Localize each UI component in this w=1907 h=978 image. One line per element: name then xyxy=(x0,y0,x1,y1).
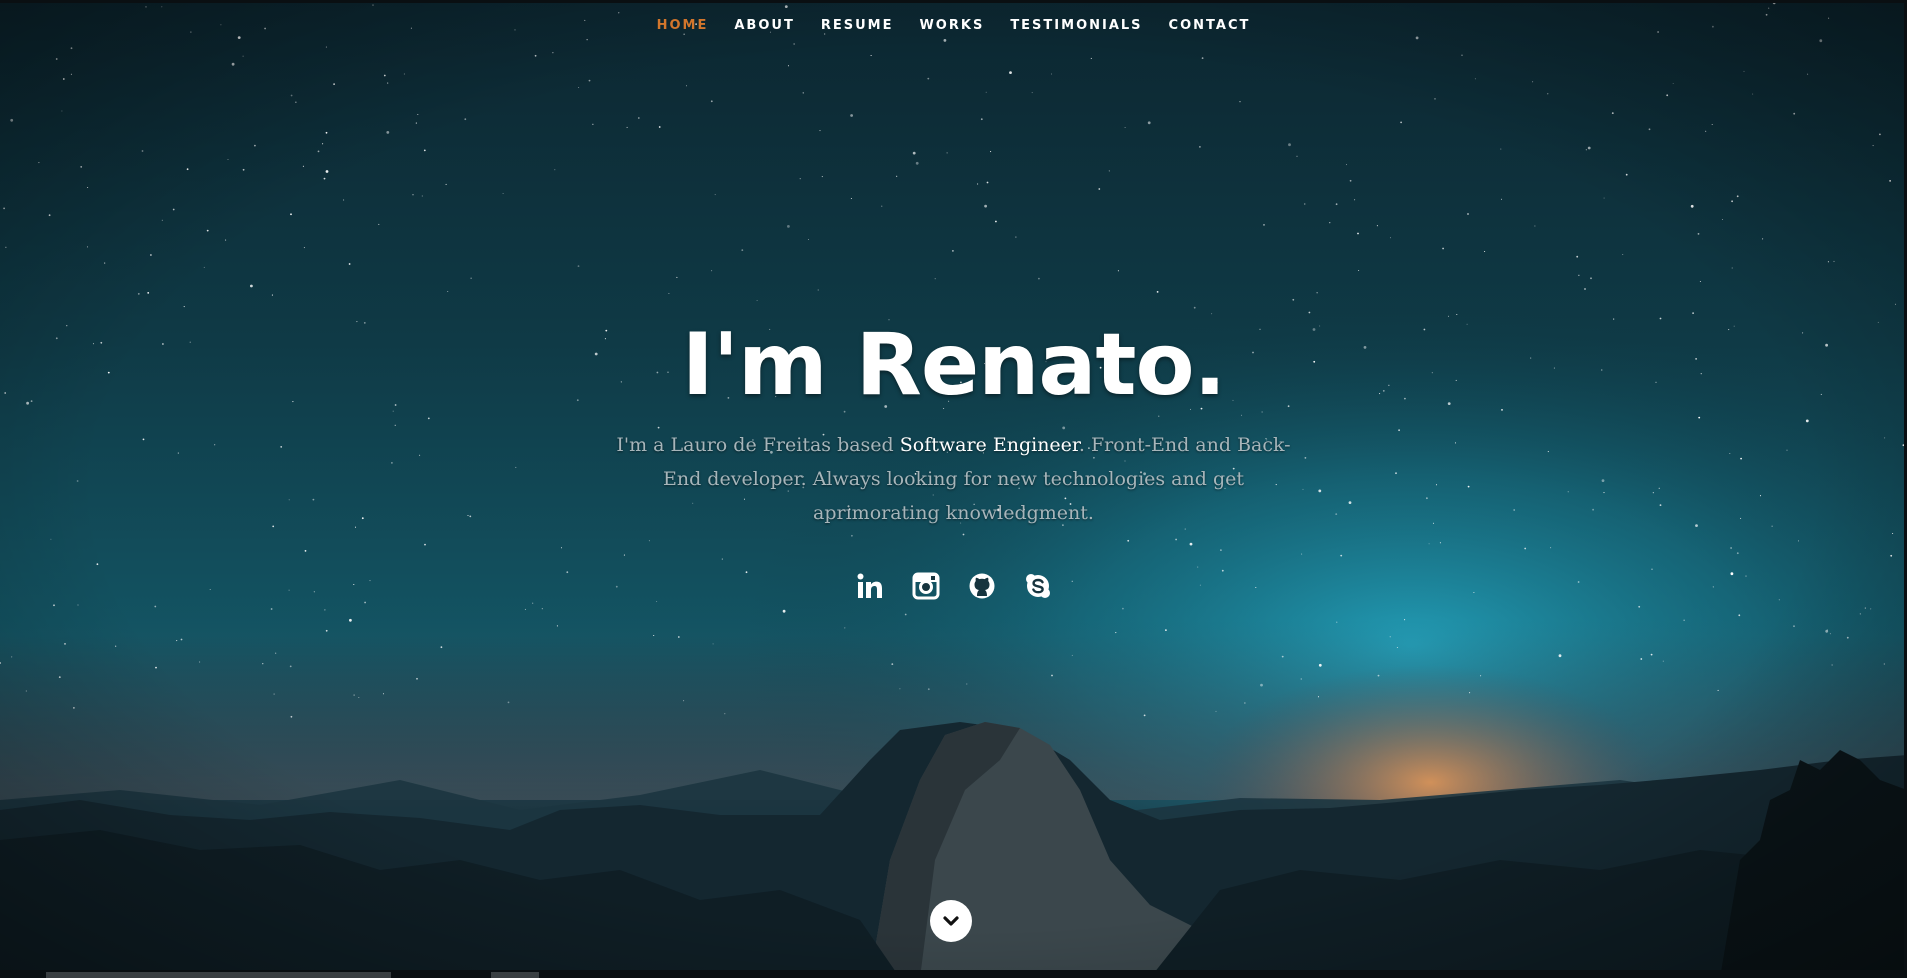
github-icon xyxy=(969,573,994,599)
bottom-strip-segment xyxy=(46,972,391,978)
main-nav: HOME ABOUT RESUME WORKS TESTIMONIALS CON… xyxy=(0,16,1907,36)
bottom-strip-segment xyxy=(491,972,539,978)
skype-icon xyxy=(1025,574,1050,598)
nav-home[interactable]: HOME xyxy=(644,16,722,36)
hero-description-lead: I'm a Lauro de Freitas based xyxy=(616,434,900,456)
hero-description: I'm a Lauro de Freitas based Software En… xyxy=(609,428,1299,530)
github-link[interactable] xyxy=(966,570,998,602)
hero-section: I'm Renato. I'm a Lauro de Freitas based… xyxy=(0,310,1907,602)
scroll-down-button[interactable] xyxy=(930,900,972,942)
skype-link[interactable] xyxy=(1022,570,1054,602)
linkedin-icon xyxy=(857,573,882,598)
linkedin-link[interactable] xyxy=(854,570,886,602)
hero-description-highlight: Software Engineer xyxy=(899,434,1079,456)
instagram-link[interactable] xyxy=(910,570,942,602)
hero-page: HOME ABOUT RESUME WORKS TESTIMONIALS CON… xyxy=(0,0,1907,978)
nav-testimonials[interactable]: TESTIMONIALS xyxy=(997,16,1155,36)
nav-about[interactable]: ABOUT xyxy=(721,16,807,36)
instagram-icon xyxy=(912,572,939,600)
nav-contact[interactable]: CONTACT xyxy=(1156,16,1264,36)
hero-title: I'm Renato. xyxy=(681,315,1227,415)
nav-resume[interactable]: RESUME xyxy=(808,16,907,36)
chevron-down-icon xyxy=(943,916,959,926)
top-edge xyxy=(0,0,1907,3)
social-links xyxy=(0,570,1907,602)
bottom-strip xyxy=(0,970,1907,978)
nav-works[interactable]: WORKS xyxy=(906,16,997,36)
